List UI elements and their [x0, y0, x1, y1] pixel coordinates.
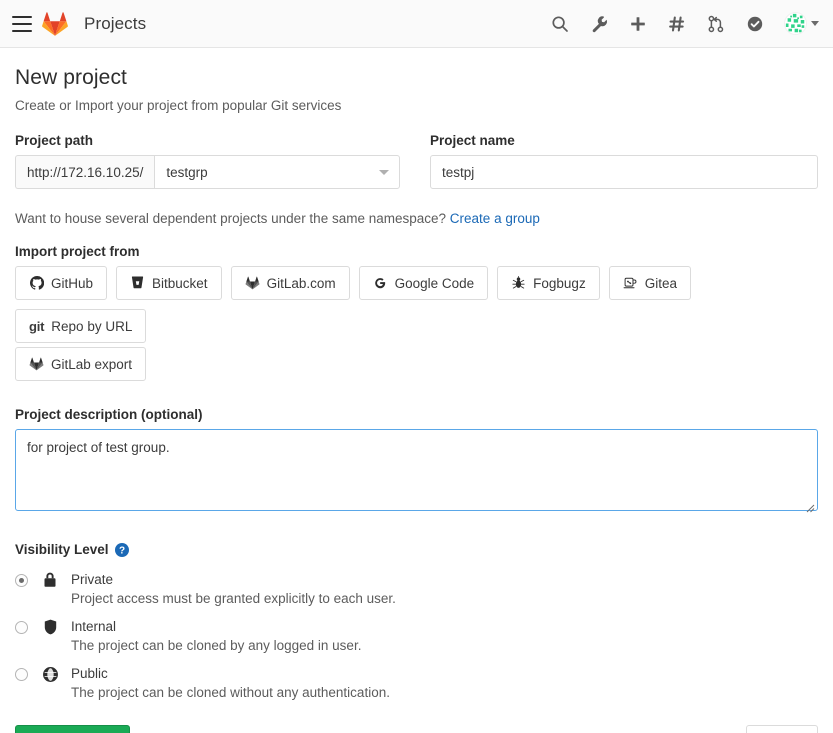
google-icon: [373, 276, 388, 291]
navbar-left: Projects: [12, 11, 146, 37]
search-icon[interactable]: [550, 14, 569, 33]
merge-request-icon[interactable]: [706, 14, 725, 33]
import-button-label: Repo by URL: [51, 318, 133, 334]
visibility-option-name: Public: [71, 666, 108, 681]
import-gitlabcom-button[interactable]: GitLab.com: [230, 266, 350, 300]
create-project-button[interactable]: Create project: [15, 725, 130, 733]
import-repo-by-url-button[interactable]: git Repo by URL: [15, 309, 147, 343]
visibility-level-group: Visibility Level ? Private Project acces…: [15, 542, 818, 703]
cancel-button[interactable]: Cancel: [745, 725, 818, 733]
import-buttons-row-2: GitLab export: [15, 347, 818, 381]
project-path-label: Project path: [15, 133, 94, 148]
user-avatar-identicon: [784, 12, 807, 35]
page-title: New project: [15, 66, 127, 89]
project-path-group: Project path http://172.16.10.25/ testgr…: [15, 133, 400, 189]
visibility-option-description: Project access must be granted explicitl…: [71, 591, 396, 606]
user-menu[interactable]: [784, 12, 819, 35]
import-button-label: GitHub: [51, 275, 94, 291]
import-google-code-button[interactable]: Google Code: [358, 266, 489, 300]
project-path-input-group: http://172.16.10.25/ testgrp: [15, 155, 400, 189]
gitlab-icon: [245, 276, 260, 291]
project-description-textarea[interactable]: [15, 429, 818, 511]
namespace-select[interactable]: testgrp: [154, 155, 400, 189]
import-gitea-button[interactable]: Gitea: [608, 266, 691, 300]
page-subtitle: Create or Import your project from popul…: [15, 98, 342, 113]
gitlab-tanuki-logo[interactable]: [42, 11, 68, 37]
svg-text:?: ?: [118, 545, 124, 556]
chevron-down-icon: [379, 170, 389, 175]
form-actions: Create project Cancel: [15, 725, 818, 733]
gitea-icon: [623, 276, 638, 291]
radio-private[interactable]: [15, 574, 28, 587]
import-label: Import project from: [15, 244, 140, 259]
shield-icon: [42, 618, 58, 636]
navbar-title: Projects: [84, 13, 147, 33]
project-description-group: Project description (optional): [15, 407, 818, 516]
visibility-option-description: The project can be cloned without any au…: [71, 685, 390, 700]
lock-icon: [42, 571, 58, 589]
page-content: New project Create or Import your projec…: [0, 48, 833, 733]
project-name-label: Project name: [430, 133, 515, 148]
help-question-icon[interactable]: ?: [114, 542, 129, 557]
project-description-label: Project description (optional): [15, 407, 203, 422]
github-icon: [29, 276, 44, 291]
create-a-group-link[interactable]: Create a group: [450, 211, 540, 226]
namespace-select-value: testgrp: [166, 164, 208, 180]
navbar-right: [550, 12, 819, 35]
namespace-hint: Want to house several dependent projects…: [15, 211, 818, 226]
globe-icon: [42, 665, 58, 683]
radio-public[interactable]: [15, 668, 28, 681]
project-path-prefix: http://172.16.10.25/: [15, 155, 155, 189]
import-gitlab-export-button[interactable]: GitLab export: [15, 347, 147, 381]
import-button-label: Bitbucket: [152, 275, 208, 291]
git-text-icon: git: [29, 318, 45, 334]
description-textarea-wrap: [15, 429, 818, 516]
visibility-option-description: The project can be cloned by any logged …: [71, 638, 362, 653]
plus-icon[interactable]: [628, 14, 647, 33]
visibility-option-public[interactable]: Public The project can be cloned without…: [15, 664, 818, 703]
chevron-down-icon: [811, 21, 819, 26]
import-button-label: GitLab.com: [266, 275, 336, 291]
namespace-hint-text: Want to house several dependent projects…: [15, 211, 447, 226]
import-button-label: GitLab export: [51, 356, 133, 372]
wrench-icon[interactable]: [589, 14, 608, 33]
visibility-private-text: Private Project access must be granted e…: [71, 570, 818, 609]
hash-icon[interactable]: [667, 14, 686, 33]
import-button-label: Gitea: [644, 275, 677, 291]
import-github-button[interactable]: GitHub: [15, 266, 108, 300]
visibility-option-private[interactable]: Private Project access must be granted e…: [15, 570, 818, 609]
import-button-label: Google Code: [394, 275, 475, 291]
import-buttons-row: GitHub Bitbucket GitLab.com Google Code …: [15, 266, 818, 343]
radio-internal[interactable]: [15, 621, 28, 634]
bitbucket-icon: [130, 276, 145, 291]
visibility-public-text: Public The project can be cloned without…: [71, 664, 818, 703]
hamburger-menu-icon[interactable]: [12, 15, 32, 32]
path-name-row: Project path http://172.16.10.25/ testgr…: [15, 133, 818, 189]
visibility-option-name: Internal: [71, 619, 117, 634]
project-name-input[interactable]: [430, 155, 818, 189]
top-navbar: Projects: [0, 0, 833, 48]
import-bitbucket-button[interactable]: Bitbucket: [116, 266, 222, 300]
visibility-option-name: Private: [71, 572, 114, 587]
import-button-label: Fogbugz: [533, 275, 586, 291]
visibility-level-label: Visibility Level: [15, 542, 109, 557]
bug-icon: [511, 276, 526, 291]
project-name-group: Project name: [430, 133, 818, 189]
visibility-internal-text: Internal The project can be cloned by an…: [71, 617, 818, 656]
todo-check-icon[interactable]: [745, 14, 764, 33]
visibility-option-internal[interactable]: Internal The project can be cloned by an…: [15, 617, 818, 656]
visibility-header: Visibility Level ?: [15, 542, 818, 557]
gitlab-logo-svg: [42, 11, 68, 36]
gitlab-icon: [29, 357, 44, 372]
import-fogbugz-button[interactable]: Fogbugz: [497, 266, 600, 300]
